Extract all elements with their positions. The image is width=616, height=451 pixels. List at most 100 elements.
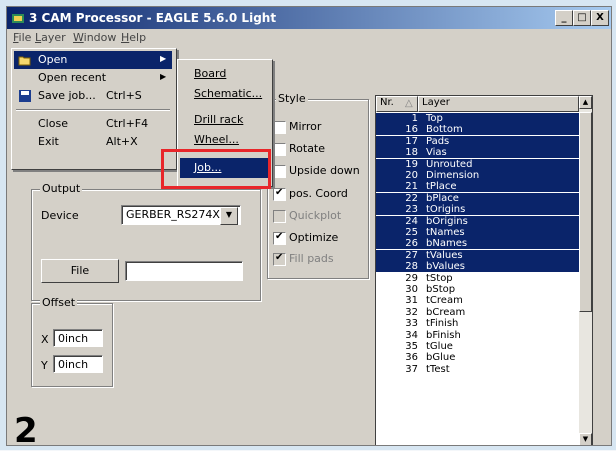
layer-name: Pads	[426, 135, 450, 147]
submenu-item-wheel[interactable]: Wheel...	[180, 130, 268, 150]
file-menu-item-exit[interactable]: Exit Alt+X	[14, 133, 172, 151]
layer-row[interactable]: 22 bPlace	[376, 192, 579, 204]
column-header-layer[interactable]: Layer	[418, 96, 579, 112]
style-checkbox-5[interactable]	[273, 231, 286, 245]
layer-name: bGlue	[426, 352, 456, 364]
file-menu: Open ▶ Open recent ▶ Save job... Ctrl+S …	[11, 48, 177, 170]
layer-number: 31	[405, 295, 418, 307]
layer-row[interactable]: 28 bValues	[376, 261, 579, 273]
file-input[interactable]	[125, 261, 243, 281]
output-group-label: Output	[40, 182, 83, 195]
layer-row[interactable]: 18 Vias	[376, 147, 579, 159]
column-header-nr[interactable]: Nr. △	[376, 96, 418, 112]
layer-row[interactable]: 33 tFinish	[376, 318, 579, 329]
layer-row[interactable]: 34 bFinish	[376, 330, 579, 341]
submenu-item-board-label: Board	[194, 67, 227, 80]
file-menu-item-open-label: Open	[38, 53, 68, 66]
title-bar[interactable]: 3 CAM Processor - EAGLE 5.6.0 Light _ □ …	[7, 7, 611, 29]
layer-row[interactable]: 35 tGlue	[376, 341, 579, 352]
style-checkbox-0[interactable]	[273, 121, 286, 134]
layer-number: 26	[405, 238, 418, 250]
cam-processor-window: 3 CAM Processor - EAGLE 5.6.0 Light _ □ …	[6, 6, 612, 446]
layer-row[interactable]: 26 bNames	[376, 238, 579, 250]
layer-row[interactable]: 31 tCream	[376, 295, 579, 306]
window-title: 3 CAM Processor - EAGLE 5.6.0 Light	[29, 11, 277, 25]
scroll-up-icon[interactable]: ▲	[579, 96, 592, 109]
layer-number: 25	[405, 227, 418, 238]
layer-number: 17	[405, 135, 418, 147]
device-label: Device	[41, 209, 79, 222]
layer-row[interactable]: 29 tStop	[376, 273, 579, 284]
file-menu-item-close[interactable]: Close Ctrl+F4	[14, 115, 172, 133]
layer-row[interactable]: 16 Bottom	[376, 124, 579, 136]
layer-number: 20	[405, 170, 418, 181]
submenu-item-schematic[interactable]: Schematic...	[180, 84, 268, 104]
file-menu-item-open-recent[interactable]: Open recent ▶	[14, 69, 172, 87]
save-job-shortcut: Ctrl+S	[106, 89, 142, 102]
layer-number: 35	[405, 341, 418, 352]
layer-name: bOrigins	[426, 215, 468, 227]
minimize-button[interactable]: _	[555, 10, 573, 26]
layer-row[interactable]: 36 bGlue	[376, 352, 579, 363]
layer-row[interactable]: 23 tOrigins	[376, 204, 579, 216]
step-number: 2	[14, 411, 38, 451]
maximize-button[interactable]: □	[573, 10, 591, 26]
layer-list-scrollbar[interactable]: ▲ ▼	[579, 96, 592, 445]
menu-file[interactable]: File	[13, 31, 31, 44]
layer-number: 29	[405, 272, 418, 284]
layer-row[interactable]: 37 tTest	[376, 364, 579, 375]
menu-separator	[16, 109, 170, 111]
menu-window[interactable]: Window	[73, 31, 116, 44]
layer-row[interactable]: 24 bOrigins	[376, 215, 579, 227]
layer-row[interactable]: 19 Unrouted	[376, 158, 579, 170]
style-checkbox-3[interactable]	[273, 187, 286, 201]
style-checkbox-label-6: Fill pads	[289, 252, 334, 265]
layer-name: Top	[426, 113, 443, 124]
layer-row[interactable]: 20 Dimension	[376, 170, 579, 181]
chevron-down-icon[interactable]: ▼	[220, 207, 238, 225]
column-header-nr-label: Nr.	[380, 97, 394, 108]
submenu-item-drill-rack[interactable]: Drill rack	[180, 110, 268, 130]
close-shortcut: Ctrl+F4	[106, 117, 149, 130]
style-checkbox-2[interactable]	[273, 165, 286, 178]
layer-name: tValues	[426, 249, 463, 261]
layer-number: 30	[405, 284, 418, 295]
layer-row[interactable]: 27 tValues	[376, 249, 579, 261]
layer-row[interactable]: 30 bStop	[376, 284, 579, 295]
layer-name: bValues	[426, 261, 466, 273]
layer-number: 32	[405, 306, 418, 318]
scroll-thumb[interactable]	[579, 112, 592, 312]
offset-x-input[interactable]: 0inch	[53, 329, 103, 347]
file-menu-item-save-job[interactable]: Save job... Ctrl+S	[14, 87, 172, 105]
layer-row[interactable]: 21 tPlace	[376, 181, 579, 193]
layer-list[interactable]: Nr. △ Layer 1 Top 16 Bottom 17 Pads 18 Vias 19 Unr…	[375, 95, 593, 445]
layer-row[interactable]: 1 Top	[376, 113, 579, 124]
offset-group-label: Offset	[40, 296, 78, 309]
style-checkbox-label-5: Optimize	[289, 231, 339, 244]
layer-row[interactable]: 25 tNames	[376, 227, 579, 238]
layer-name: bFinish	[426, 329, 461, 341]
layer-row[interactable]: 17 Pads	[376, 135, 579, 147]
menu-help[interactable]: Help	[121, 31, 146, 44]
submenu-item-board[interactable]: Board	[180, 64, 268, 84]
scroll-down-icon[interactable]: ▼	[579, 433, 592, 445]
layer-name: bNames	[426, 238, 468, 250]
close-button[interactable]: X	[591, 10, 609, 26]
offset-y-input[interactable]: 0inch	[53, 355, 103, 373]
layer-name: Vias	[426, 147, 447, 159]
layer-name: tNames	[426, 227, 465, 238]
layer-number: 19	[405, 158, 418, 170]
style-checkbox-1[interactable]	[273, 143, 286, 156]
layer-name: tOrigins	[426, 204, 466, 216]
layer-row[interactable]: 32 bCream	[376, 307, 579, 318]
menu-layer[interactable]: Layer	[35, 31, 66, 44]
device-select[interactable]: GERBER_RS274X ▼	[121, 205, 241, 225]
layer-name: bCream	[426, 306, 466, 318]
file-menu-item-open[interactable]: Open ▶	[14, 51, 172, 69]
layer-number: 28	[405, 261, 418, 273]
file-menu-item-open-recent-label: Open recent	[38, 71, 107, 84]
highlight-box	[161, 149, 271, 189]
submenu-item-schematic-label: Schematic...	[194, 87, 263, 100]
device-select-value: GERBER_RS274X	[126, 208, 220, 221]
file-button[interactable]: File	[41, 259, 119, 283]
